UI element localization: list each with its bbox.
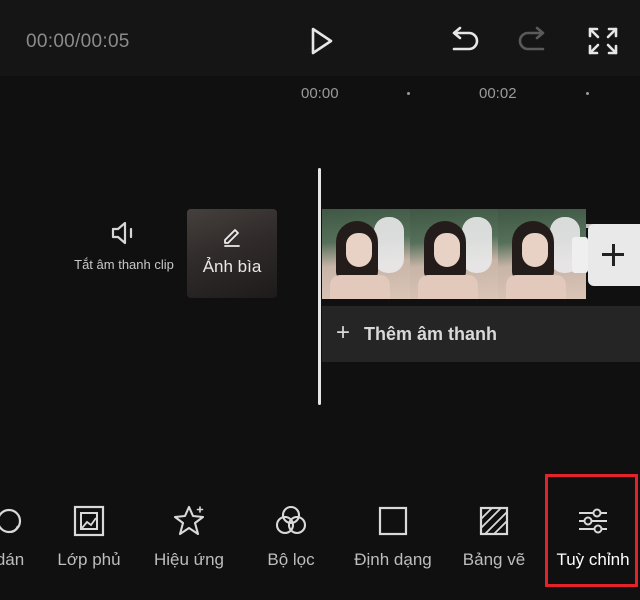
sticker-icon	[0, 508, 22, 534]
tool-label: Định dạng	[354, 550, 432, 569]
play-icon[interactable]	[304, 24, 338, 58]
ruler-dot	[407, 92, 410, 95]
overlay-icon	[73, 505, 105, 537]
tool-effects[interactable]: Hiệu ứng	[146, 476, 232, 600]
effects-star-icon	[173, 505, 205, 536]
ruler-dot	[586, 92, 589, 95]
tool-overlay[interactable]: Lớp phủ	[46, 476, 132, 600]
video-clip[interactable]	[322, 209, 586, 299]
tool-format[interactable]: Định dạng	[347, 476, 439, 600]
clip-frame	[410, 209, 498, 299]
adjust-sliders-icon	[579, 508, 607, 534]
redo-icon[interactable]	[516, 24, 552, 58]
clip-frame	[322, 209, 410, 299]
tool-label: Lớp phủ	[57, 550, 121, 569]
format-square-icon	[378, 506, 408, 536]
undo-icon[interactable]	[445, 24, 481, 58]
mute-clip-audio-button[interactable]: Tắt âm thanh clip	[74, 218, 174, 273]
tool-label: dán	[0, 550, 25, 569]
canvas-icon	[479, 506, 509, 536]
tool-label: Bộ lọc	[267, 550, 315, 569]
tool-filter[interactable]: Bộ lọc	[248, 476, 334, 600]
playhead[interactable]	[318, 168, 321, 405]
ruler-mark: 00:02	[479, 85, 517, 102]
mute-clip-label: Tắt âm thanh clip	[74, 257, 174, 272]
timecode: 00:00/00:05	[26, 31, 130, 52]
tool-label: Bảng vẽ	[462, 550, 526, 569]
tool-label: Tuỳ chỉnh	[556, 550, 630, 569]
pencil-icon	[224, 229, 240, 247]
clip-trim-handle[interactable]	[572, 237, 588, 273]
add-clip-button[interactable]	[588, 224, 640, 286]
timeline-editor: 00:00 00:02 Tắt âm thanh clip Ảnh bìa + …	[0, 76, 640, 476]
cover-image-button[interactable]: Ảnh bìa	[187, 209, 277, 298]
tool-adjust[interactable]: Tuỳ chỉnh	[548, 476, 638, 600]
add-audio-label: Thêm âm thanh	[364, 324, 498, 344]
bottom-toolbar: dán Lớp phủ Hiệu ứng Bộ lọc Định dạng Bả…	[0, 476, 640, 600]
ruler-mark: 00:00	[301, 85, 339, 102]
fullscreen-icon[interactable]	[585, 24, 621, 58]
speaker-icon	[111, 221, 133, 245]
tool-label: Hiệu ứng	[154, 550, 224, 569]
cover-overlay	[187, 209, 277, 298]
filter-icon	[275, 505, 307, 535]
tool-canvas[interactable]: Bảng vẽ	[452, 476, 536, 600]
cover-label: Ảnh bìa	[202, 257, 262, 276]
add-audio-button[interactable]: + Thêm âm thanh	[322, 306, 640, 362]
playback-bar: 00:00/00:05	[0, 0, 640, 76]
tool-sticker[interactable]: dán	[0, 476, 48, 600]
plus-icon: +	[336, 319, 351, 346]
